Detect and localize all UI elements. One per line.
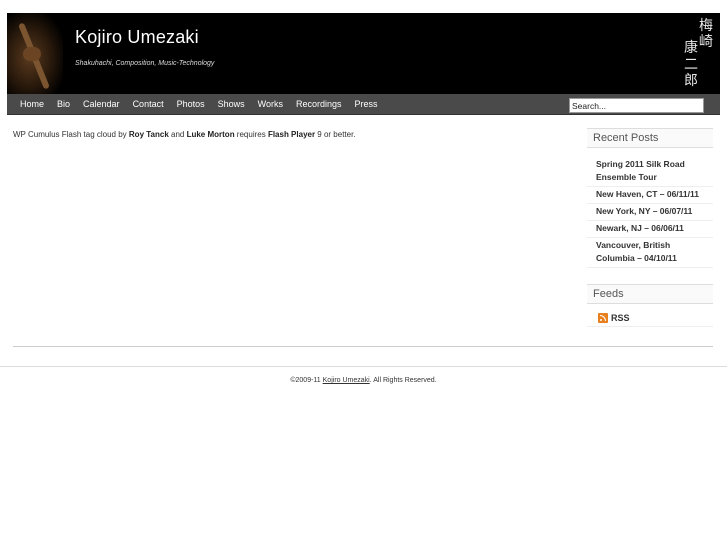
nav-item-works[interactable]: Works <box>251 94 289 115</box>
site-title[interactable]: Kojiro Umezaki <box>75 27 199 48</box>
notice-text: requires <box>234 130 268 139</box>
nav-item-calendar[interactable]: Calendar <box>77 94 127 115</box>
notice-text: WP Cumulus Flash tag cloud by <box>13 130 129 139</box>
kanji-char: 郎 <box>684 73 698 89</box>
flash-player-link[interactable]: Flash Player <box>268 130 315 139</box>
tag-cloud-notice: WP Cumulus Flash tag cloud by Roy Tanck … <box>13 130 356 139</box>
rights-text: . All Rights Reserved. <box>369 377 437 384</box>
site-tagline: Shakuhachi, Composition, Music-Technolog… <box>75 60 215 67</box>
nav-menu: Home Bio Calendar Contact Photos Shows W… <box>7 94 384 115</box>
footer-home-link[interactable]: Kojiro Umezaki <box>323 377 370 384</box>
search-input[interactable] <box>569 98 704 113</box>
rss-label[interactable]: RSS <box>611 313 630 323</box>
recent-posts-title: Recent Posts <box>587 128 713 148</box>
roy-tanck-link[interactable]: Roy Tanck <box>129 130 169 139</box>
content-divider <box>13 346 713 347</box>
copyright-text: ©2009-11 <box>290 377 323 384</box>
kanji-char: 二 <box>684 57 698 73</box>
recent-post-link[interactable]: New York, NY – 06/07/11 <box>587 204 713 221</box>
nav-item-home[interactable]: Home <box>7 94 51 115</box>
hand-image <box>23 47 41 61</box>
nav-item-shows[interactable]: Shows <box>211 94 251 115</box>
recent-post-link[interactable]: New Haven, CT – 06/11/11 <box>587 187 713 204</box>
sidebar: Recent Posts Spring 2011 Silk Road Ensem… <box>587 128 713 327</box>
nav-item-press[interactable]: Press <box>348 94 384 115</box>
notice-text: and <box>168 130 187 139</box>
site-header: Kojiro Umezaki Shakuhachi, Composition, … <box>7 13 720 94</box>
recent-post-link[interactable]: Spring 2011 Silk Road Ensemble Tour <box>587 157 713 187</box>
luke-morton-link[interactable]: Luke Morton <box>187 130 235 139</box>
notice-text: 9 or better. <box>315 130 356 139</box>
nav-item-photos[interactable]: Photos <box>170 94 211 115</box>
kanji-char: 梅 <box>699 18 713 34</box>
recent-posts-list: Spring 2011 Silk Road Ensemble Tour New … <box>587 157 713 268</box>
kanji-char: 崎 <box>699 34 713 50</box>
nav-item-contact[interactable]: Contact <box>126 94 170 115</box>
nav-item-recordings[interactable]: Recordings <box>289 94 348 115</box>
main-nav: Home Bio Calendar Contact Photos Shows W… <box>7 94 720 115</box>
footer-divider <box>0 366 727 367</box>
footer: ©2009-11 Kojiro Umezaki. All Rights Rese… <box>0 377 727 384</box>
recent-post-link[interactable]: Newark, NJ – 06/06/11 <box>587 221 713 238</box>
kanji-char: 康 <box>684 40 698 56</box>
rss-icon[interactable] <box>598 313 608 323</box>
nav-item-bio[interactable]: Bio <box>51 94 77 115</box>
header-photo <box>7 13 63 94</box>
recent-post-link[interactable]: Vancouver, British Columbia – 04/10/11 <box>587 238 713 268</box>
kanji-name-logo: 梅 崎 康 二 郎 <box>684 17 714 91</box>
rss-feed-link[interactable]: RSS <box>587 313 713 327</box>
feeds-title: Feeds <box>587 284 713 304</box>
